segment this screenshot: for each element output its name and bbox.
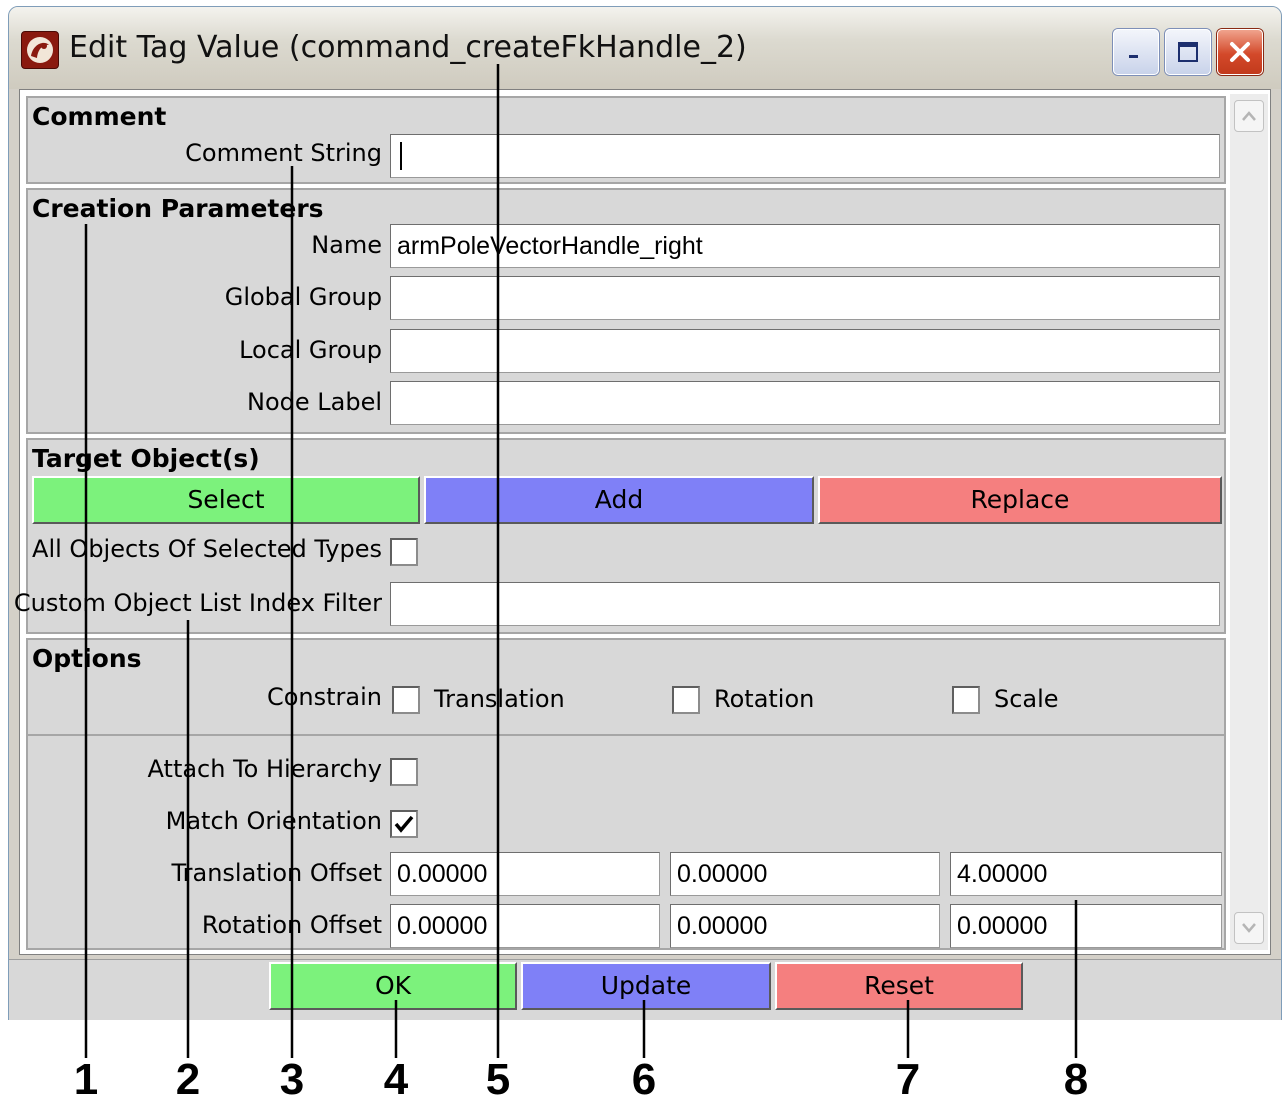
attach-to-hierarchy-label: Attach To Hierarchy [147,755,382,783]
global-group-label: Global Group [224,283,382,311]
chevron-down-icon [1242,923,1256,933]
callout-number-6: 6 [631,1055,657,1104]
add-button[interactable]: Add [424,476,814,524]
update-button[interactable]: Update [521,962,771,1010]
creation-parameters-section: Creation Parameters Name armPoleVectorHa… [26,188,1226,434]
options-divider [28,734,1224,736]
replace-button[interactable]: Replace [818,476,1222,524]
name-field[interactable]: armPoleVectorHandle_right [390,224,1220,268]
custom-filter-field[interactable] [390,582,1220,626]
options-header: Options [32,644,142,673]
comment-string-label: Comment String [185,139,382,167]
select-button[interactable]: Select [32,476,420,524]
target-objects-section: Target Object(s) Select Add Replace All … [14,438,1226,634]
comment-section: Comment Comment String [26,96,1226,184]
name-label: Name [311,231,382,259]
close-icon [1230,42,1250,62]
translation-offset-x-field[interactable]: 0.00000 [390,852,660,896]
maximize-button[interactable] [1165,29,1211,75]
global-group-field[interactable] [390,276,1220,320]
scroll-up-button[interactable] [1234,100,1264,132]
text-caret [400,142,402,170]
comment-string-input[interactable] [390,134,1220,178]
callout-number-2: 2 [175,1055,201,1104]
vertical-scrollbar[interactable] [1230,94,1268,950]
maximize-icon [1178,42,1198,62]
translation-offset-z-field[interactable]: 4.00000 [950,852,1222,896]
scale-checkbox-label: Scale [994,685,1059,713]
attach-to-hierarchy-checkbox[interactable] [390,758,418,786]
scale-checkbox[interactable] [952,686,980,714]
constrain-label: Constrain [266,683,382,711]
dialog-content: Comment Comment String Creation Paramete… [14,89,1271,955]
rotation-offset-y-field[interactable]: 0.00000 [670,904,940,948]
translation-checkbox-label: Translation [434,685,565,713]
translation-checkbox[interactable] [392,686,420,714]
options-section: Options Constrain Translation Rotation S… [26,638,1226,950]
match-orientation-checkbox[interactable] [390,810,418,838]
minimize-button[interactable] [1113,29,1159,75]
app-icon [21,31,59,69]
node-label-field[interactable] [390,381,1220,425]
match-orientation-label: Match Orientation [165,807,382,835]
translation-offset-label: Translation Offset [171,859,382,887]
local-group-field[interactable] [390,329,1220,373]
creation-parameters-header: Creation Parameters [32,194,324,223]
node-label-label: Node Label [246,388,382,416]
rotation-offset-label: Rotation Offset [201,911,382,939]
local-group-label: Local Group [239,336,382,364]
rotation-checkbox-label: Rotation [714,685,815,713]
target-objects-header: Target Object(s) [32,444,260,473]
close-button[interactable] [1217,29,1263,75]
all-objects-label: All Objects Of Selected Types [32,535,382,563]
title-bar[interactable]: Edit Tag Value (command_createFkHandle_2… [9,7,1281,89]
dialog-button-bar: OK Update Reset [9,959,1281,1020]
ok-button[interactable]: OK [269,962,517,1010]
callout-number-3: 3 [279,1055,305,1104]
callout-number-4: 4 [383,1055,409,1104]
callout-number-7: 7 [895,1055,921,1104]
rotation-offset-z-field[interactable]: 0.00000 [950,904,1222,948]
window-title: Edit Tag Value (command_createFkHandle_2… [69,30,747,65]
minimize-icon [1129,55,1138,58]
callout-number-1: 1 [73,1055,99,1104]
all-objects-checkbox[interactable] [390,538,418,566]
checkmark-icon [394,815,414,833]
translation-offset-y-field[interactable]: 0.00000 [670,852,940,896]
scroll-down-button[interactable] [1234,912,1264,944]
chevron-up-icon [1242,111,1256,121]
callout-number-8: 8 [1063,1055,1089,1104]
comment-header: Comment [32,102,167,131]
rotation-offset-x-field[interactable]: 0.00000 [390,904,660,948]
reset-button[interactable]: Reset [775,962,1023,1010]
callout-number-5: 5 [485,1055,511,1104]
edit-tag-value-window: Edit Tag Value (command_createFkHandle_2… [8,6,1282,1020]
rotation-checkbox[interactable] [672,686,700,714]
custom-filter-label: Custom Object List Index Filter [13,589,382,617]
